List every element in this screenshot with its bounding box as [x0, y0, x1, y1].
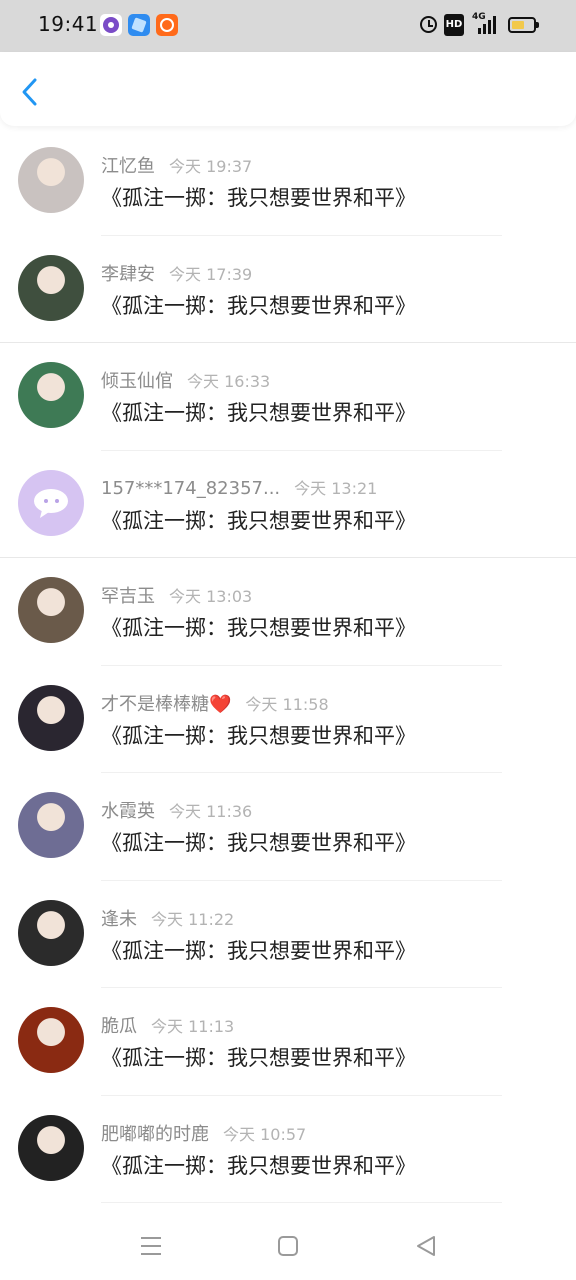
username[interactable]: 157***174_82357... [101, 478, 280, 499]
comment-time: 今天 19:37 [169, 157, 253, 176]
back-button[interactable] [14, 74, 50, 110]
username[interactable]: 李肆安 [101, 264, 155, 285]
comment-meta: 江忆鱼 今天 19:37 [101, 152, 253, 177]
avatar[interactable] [18, 684, 84, 751]
comment-item[interactable]: 肥嘟嘟的时鹿 今天 10:57 《孤注一掷：我只想要世界和平》 [0, 1096, 576, 1203]
comment-time: 今天 11:13 [151, 1017, 235, 1036]
comment-text: 《孤注一掷：我只想要世界和平》 [101, 186, 416, 210]
comment-meta: 倾玉仙倌 今天 16:33 [101, 367, 271, 392]
avatar[interactable] [18, 577, 84, 643]
comment-item[interactable]: 157***174_82357... 今天 13:21 《孤注一掷：我只想要世界和平… [0, 451, 576, 558]
chat-bubble-icon [34, 488, 68, 518]
avatar[interactable] [18, 469, 84, 536]
comment-text: 《孤注一掷：我只想要世界和平》 [101, 723, 416, 748]
status-bar: 19:41 HD 4G [0, 0, 576, 52]
divider [101, 1202, 502, 1203]
comment-time: 今天 16:33 [187, 372, 271, 391]
network-type-label: 4G [472, 12, 486, 22]
comment-time: 今天 13:21 [294, 478, 378, 498]
app-notification-icon [100, 14, 122, 36]
comment-time: 今天 13:03 [169, 587, 253, 606]
comment-item[interactable]: 江忆鱼 今天 19:37 《孤注一掷：我只想要世界和平》 [0, 128, 576, 236]
comment-item[interactable]: 脆瓜 今天 11:13 《孤注一掷：我只想要世界和平》 [0, 988, 576, 1096]
comment-item[interactable]: 倾玉仙倌 今天 16:33 《孤注一掷：我只想要世界和平》 [0, 343, 576, 451]
avatar[interactable] [18, 147, 84, 213]
comment-item[interactable]: 罕吉玉 今天 13:03 《孤注一掷：我只想要世界和平》 [0, 558, 576, 666]
menu-icon[interactable] [139, 1234, 163, 1258]
hd-icon: HD [444, 14, 464, 36]
comment-time: 今天 11:22 [151, 909, 235, 929]
username[interactable]: 逢未 [101, 909, 137, 930]
comment-meta: 水霞英 今天 11:36 [101, 797, 253, 822]
comment-text: 《孤注一掷：我只想要世界和平》 [101, 1153, 416, 1178]
comment-meta: 157***174_82357... 今天 13:21 [101, 475, 377, 499]
comment-text: 《孤注一掷：我只想要世界和平》 [101, 938, 416, 963]
signal-icon: 4G [472, 12, 500, 36]
avatar[interactable] [18, 254, 84, 321]
app-notification-icon [128, 14, 150, 36]
comment-meta: 肥嘟嘟的时鹿 今天 10:57 [101, 1120, 307, 1145]
system-nav-bar [0, 1210, 576, 1280]
app-notification-icon [156, 14, 178, 36]
avatar[interactable] [18, 792, 84, 858]
username[interactable]: 江忆鱼 [101, 156, 155, 177]
comment-text: 《孤注一掷：我只想要世界和平》 [101, 401, 416, 425]
comment-time: 今天 11:36 [169, 802, 253, 821]
alarm-icon [418, 14, 440, 36]
comment-meta: 逢未 今天 11:22 [101, 905, 235, 930]
top-header [0, 52, 576, 126]
comment-item[interactable]: 水霞英 今天 11:36 《孤注一掷：我只想要世界和平》 [0, 773, 576, 881]
comment-item[interactable]: 逢未 今天 11:22 《孤注一掷：我只想要世界和平》 [0, 881, 576, 988]
avatar[interactable] [18, 899, 84, 966]
username[interactable]: 罕吉玉 [101, 586, 155, 607]
status-time: 19:41 [38, 12, 99, 36]
username[interactable]: 倾玉仙倌 [101, 371, 173, 392]
avatar[interactable] [18, 362, 84, 428]
comment-text: 《孤注一掷：我只想要世界和平》 [101, 508, 416, 533]
battery-icon [508, 14, 540, 36]
avatar[interactable] [18, 1007, 84, 1073]
comment-item[interactable]: 才不是棒棒糖❤️ 今天 11:58 《孤注一掷：我只想要世界和平》 [0, 666, 576, 773]
comment-text: 《孤注一掷：我只想要世界和平》 [101, 293, 416, 318]
username[interactable]: 水霞英 [101, 801, 155, 822]
comment-meta: 李肆安 今天 17:39 [101, 260, 253, 285]
back-triangle-icon[interactable] [414, 1234, 438, 1258]
comment-meta: 才不是棒棒糖❤️ 今天 11:58 [101, 690, 329, 715]
comment-text: 《孤注一掷：我只想要世界和平》 [101, 1046, 416, 1070]
chevron-left-icon [22, 78, 37, 106]
username[interactable]: 才不是棒棒糖❤️ [101, 694, 231, 715]
comment-list: 江忆鱼 今天 19:37 《孤注一掷：我只想要世界和平》 李肆安 今天 17:39 《孤注… [0, 128, 576, 1203]
username[interactable]: 肥嘟嘟的时鹿 [101, 1124, 209, 1145]
home-square-icon[interactable] [276, 1234, 300, 1258]
comment-text: 《孤注一掷：我只想要世界和平》 [101, 616, 416, 640]
comment-meta: 脆瓜 今天 11:13 [101, 1012, 235, 1037]
avatar[interactable] [18, 1114, 84, 1181]
comment-item[interactable]: 李肆安 今天 17:39 《孤注一掷：我只想要世界和平》 [0, 236, 576, 343]
username[interactable]: 脆瓜 [101, 1016, 137, 1037]
comment-meta: 罕吉玉 今天 13:03 [101, 582, 253, 607]
comment-time: 今天 11:58 [245, 694, 329, 714]
comment-text: 《孤注一掷：我只想要世界和平》 [101, 831, 416, 855]
comment-time: 今天 17:39 [169, 264, 253, 284]
comment-time: 今天 10:57 [223, 1124, 307, 1144]
